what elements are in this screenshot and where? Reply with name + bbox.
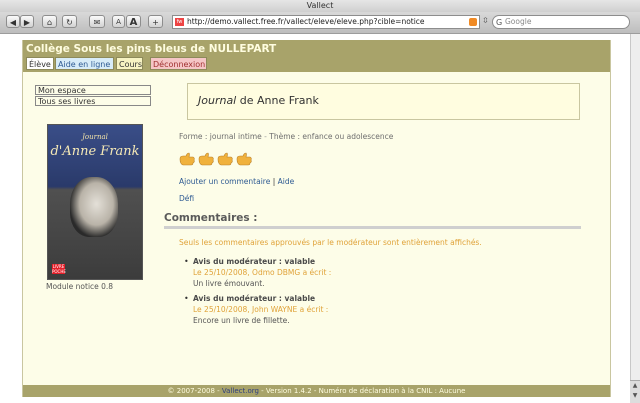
rating-hands <box>179 152 259 170</box>
comment-title: Avis du modérateur : valable <box>193 294 316 303</box>
url-text: http://demo.vallect.free.fr/vallect/elev… <box>187 17 425 26</box>
book-title-italic: Journal <box>198 94 237 107</box>
module-label: Module notice 0.8 <box>46 282 114 291</box>
comment-item: • Avis du modérateur : valable Le 25/10/… <box>184 256 332 289</box>
comment-item: • Avis du modérateur : valable Le 25/10/… <box>184 293 329 326</box>
sidebar-item-tous-ses-livres[interactable]: Tous ses livres <box>35 96 151 106</box>
thumbs-up-icon <box>217 152 233 166</box>
comments-divider <box>164 226 581 229</box>
comment-text: Encore un livre de fillette. <box>193 316 290 325</box>
book-meta: Forme : journal intime - Thème : enfance… <box>179 132 394 141</box>
defi-link[interactable]: Défi <box>179 194 194 203</box>
search-icon: G <box>496 18 503 27</box>
comment-text: Un livre émouvant. <box>193 279 265 288</box>
footer-version: - Version 1.4.2 - Numéro de déclaration … <box>258 387 466 395</box>
comment-meta: Le 25/10/2008, Odmo DBMG a écrit : <box>193 268 332 277</box>
tab-deconnexion[interactable]: Déconnexion <box>150 57 207 70</box>
bullet-icon: • <box>184 257 189 266</box>
site-footer: © 2007-2008 - Vallect.org - Version 1.4.… <box>23 385 610 397</box>
cover-portrait <box>70 177 118 237</box>
browser-toolbar: ◀ ▶ ⌂ ↻ ✉ A A + fw http://demo.vallect.f… <box>0 12 640 34</box>
tab-cours[interactable]: Cours <box>116 57 143 70</box>
book-cover-image: Journal d'Anne Frank LIVRE POCHE <box>47 124 143 280</box>
book-theme: Thème : enfance ou adolescence <box>269 132 394 141</box>
cover-text-journal: Journal <box>82 133 108 141</box>
bullet-icon: • <box>184 294 189 303</box>
back-button[interactable]: ◀ <box>6 15 20 28</box>
comments-note: Seuls les commentaires approuvés par le … <box>179 238 482 247</box>
cover-text-title: d'Anne Frank <box>50 144 140 159</box>
sidebar-item-mon-espace[interactable]: Mon espace <box>35 85 151 95</box>
add-bookmark-button[interactable]: + <box>148 15 163 28</box>
scroll-arrows[interactable]: ▲ ▼ <box>630 380 640 403</box>
add-comment-link[interactable]: Ajouter un commentaire <box>179 177 270 186</box>
font-larger-button[interactable]: A <box>126 15 141 28</box>
home-button[interactable]: ⌂ <box>42 15 57 28</box>
site-container: Collège Sous les pins bleus de NULLEPART… <box>22 40 611 397</box>
thumbs-up-icon <box>179 152 195 166</box>
search-placeholder: Google <box>505 17 532 26</box>
site-header: Collège Sous les pins bleus de NULLEPART… <box>23 40 610 72</box>
comments-heading: Commentaires : <box>164 212 258 224</box>
font-smaller-button[interactable]: A <box>112 15 125 28</box>
tab-aide-en-ligne[interactable]: Aide en ligne <box>55 57 114 70</box>
reload-button[interactable]: ↻ <box>62 15 77 28</box>
comment-title: Avis du modérateur : valable <box>193 257 316 266</box>
favicon-icon: fw <box>175 18 184 26</box>
vertical-scrollbar[interactable] <box>630 34 640 402</box>
publisher-logo: LIVRE POCHE <box>52 264 66 274</box>
footer-copyright: © 2007-2008 - <box>167 387 222 395</box>
dropdown-icon[interactable]: ⇳ <box>482 16 492 27</box>
rss-icon[interactable] <box>469 18 477 26</box>
help-link[interactable]: Aide <box>278 177 295 186</box>
search-input[interactable]: G Google <box>492 15 630 29</box>
thumbs-up-icon <box>198 152 214 166</box>
footer-vallect-link[interactable]: Vallect.org <box>222 387 259 395</box>
window-title: Vallect <box>306 1 334 10</box>
screenshot-button[interactable]: ✉ <box>89 15 105 28</box>
book-title-author: de Anne Frank <box>236 94 319 107</box>
tab-eleve[interactable]: Élève <box>26 57 54 70</box>
book-title: Journal de Anne Frank <box>198 94 319 107</box>
forward-button[interactable]: ▶ <box>20 15 34 28</box>
book-title-box: Journal de Anne Frank <box>187 83 580 120</box>
site-title: Collège Sous les pins bleus de NULLEPART <box>26 43 277 55</box>
book-actions: Ajouter un commentaire | Aide <box>179 177 295 186</box>
address-bar[interactable]: fw http://demo.vallect.free.fr/vallect/e… <box>172 15 480 29</box>
book-forme: Forme : journal intime <box>179 132 262 141</box>
comment-meta: Le 25/10/2008, John WAYNE a écrit : <box>193 305 329 314</box>
thumbs-up-icon <box>236 152 252 166</box>
